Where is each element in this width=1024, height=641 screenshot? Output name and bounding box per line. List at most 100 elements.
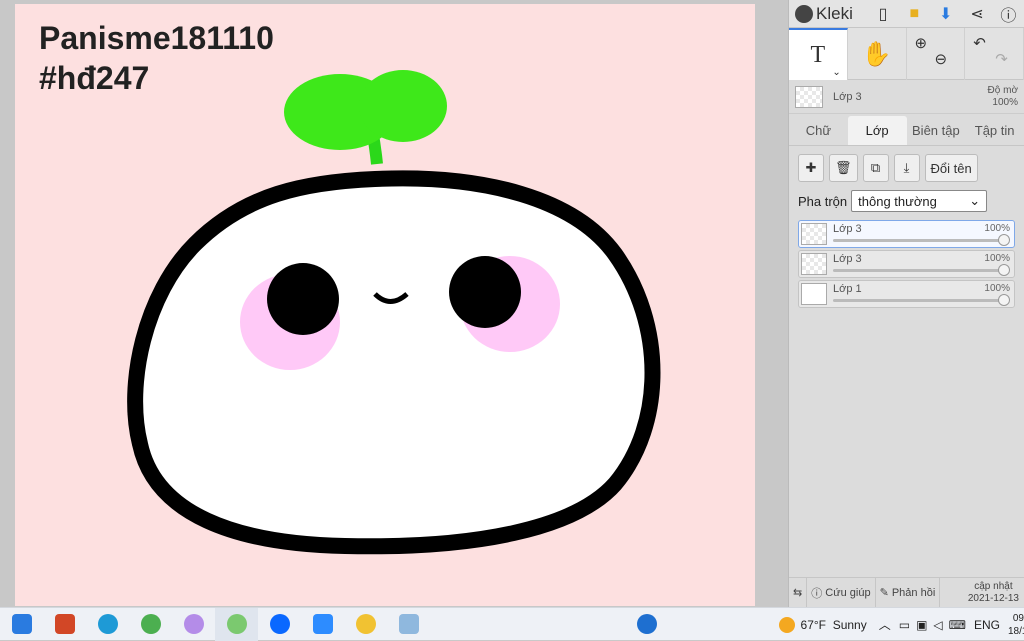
layer-name: Lớp 3 xyxy=(833,223,862,235)
layer-name: Lớp 1 xyxy=(833,283,862,295)
new-file-icon[interactable]: ▯ xyxy=(867,0,898,28)
network-icon[interactable]: ▭ xyxy=(899,618,910,632)
zoom-buttons[interactable]: ⊕ ⊖ xyxy=(907,28,966,80)
save-icon[interactable]: ■ xyxy=(899,0,930,28)
feedback-icon: ✎ xyxy=(879,587,889,599)
slider-knob[interactable] xyxy=(998,234,1010,246)
opacity-label: Độ mờ xyxy=(987,84,1018,96)
current-layer-info: Lớp 3 Độ mờ 100% xyxy=(789,80,1024,114)
taskbar-app-paint[interactable] xyxy=(344,608,387,641)
tab-edit[interactable]: Biên tập xyxy=(907,116,966,145)
zoom-out-icon[interactable]: ⊖ xyxy=(935,50,948,68)
taskbar-app-zoom[interactable] xyxy=(301,608,344,641)
tab-text[interactable]: Chữ xyxy=(789,116,848,145)
taskbar-app-help[interactable] xyxy=(625,608,668,641)
clock[interactable]: 09 18/12 xyxy=(1008,612,1024,638)
add-layer-button[interactable]: ✚ xyxy=(798,154,824,182)
taskbar-app-browser[interactable] xyxy=(215,607,258,641)
paint-icon xyxy=(355,614,376,634)
layer-opacity-slider[interactable] xyxy=(833,294,1010,306)
chevron-up-icon[interactable]: ︿ xyxy=(879,616,891,633)
tab-file[interactable]: Tập tin xyxy=(965,116,1024,145)
layer-opacity: 100% xyxy=(984,223,1010,234)
feedback-label: Phản hồi xyxy=(891,586,936,599)
tool-bar: T ⌄ ✋ ⊕ ⊖ ↶ ↷ xyxy=(789,28,1024,80)
update-label: cập nhật xyxy=(974,580,1013,592)
taskbar-app-edge[interactable] xyxy=(86,608,129,641)
feedback-button[interactable]: ✎ Phản hồi xyxy=(876,577,941,608)
taskbar-app-zalo[interactable] xyxy=(258,608,301,641)
taskbar-app-powerpoint[interactable] xyxy=(43,608,86,641)
drawing-canvas[interactable]: Panisme181110 #hđ247 xyxy=(15,4,755,606)
chevron-down-icon: ⌄ xyxy=(969,193,981,208)
duplicate-layer-button[interactable]: ⧉ xyxy=(862,154,889,182)
drawing-illustration xyxy=(127,70,661,555)
help-icon[interactable]: ⓘ xyxy=(993,0,1024,28)
layer-opacity-slider[interactable] xyxy=(833,264,1010,276)
blend-mode-value: thông thường xyxy=(858,193,937,209)
taskbar-app-flower[interactable] xyxy=(172,608,215,641)
layer-actions: ✚ 🗑 ⧉ ⤓ Đổi tên xyxy=(789,146,1024,182)
slider-knob[interactable] xyxy=(998,264,1010,276)
weather-temp[interactable]: 67°F xyxy=(801,618,826,632)
panel-footer: ⇆ ⓘ Cứu giúp ✎ Phản hồi cập nhật 2021-12-… xyxy=(789,577,1024,608)
start-button[interactable] xyxy=(0,608,43,641)
windows-icon xyxy=(11,614,32,634)
panel-tabs: Chữ Lớp Biên tập Tập tin xyxy=(789,114,1024,146)
current-layer-thumbnail xyxy=(795,85,823,108)
layer-list: Lớp 3 100% Lớp 3 100% Lớp 1 100% xyxy=(789,212,1024,308)
layer-thumbnail xyxy=(801,283,827,305)
redo-icon[interactable]: ↷ xyxy=(995,50,1008,68)
swap-side-icon[interactable]: ⇆ xyxy=(789,577,808,608)
rename-layer-button[interactable]: Đổi tên xyxy=(924,154,978,182)
blend-mode-select[interactable]: thông thường ⌄ xyxy=(851,190,988,212)
clock-time: 09 xyxy=(1012,612,1024,624)
app-logo[interactable]: Kleki xyxy=(789,4,867,24)
edge-icon xyxy=(97,614,118,634)
volume-icon[interactable]: ◁ xyxy=(933,618,942,632)
workspace: Panisme181110 #hđ247 xyxy=(0,0,788,607)
blend-mode-row: Pha trộn thông thường ⌄ xyxy=(789,182,1024,212)
layer-thumbnail xyxy=(801,253,827,275)
system-tray: 67°F Sunny ︿ ▭ ▣ ◁ ⌨ ENG 09 18/12 xyxy=(778,608,1024,641)
help-app-icon xyxy=(636,614,657,634)
taskbar-app-viewer[interactable] xyxy=(387,608,430,641)
hand-tool-button[interactable]: ✋ xyxy=(848,28,907,80)
layer-item[interactable]: Lớp 3 100% xyxy=(798,250,1015,278)
language-indicator[interactable]: ENG xyxy=(974,618,1000,632)
zoom-icon xyxy=(312,614,333,634)
current-layer-name: Lớp 3 xyxy=(833,90,862,103)
layer-item[interactable]: Lớp 1 100% xyxy=(798,280,1015,308)
app-name: Kleki xyxy=(816,3,853,23)
image-viewer-icon xyxy=(398,614,419,634)
left-eye xyxy=(267,263,339,335)
layer-item[interactable]: Lớp 3 100% xyxy=(798,220,1015,248)
layer-opacity-slider[interactable] xyxy=(833,234,1010,246)
layer-thumbnail xyxy=(801,223,827,245)
layer-name: Lớp 3 xyxy=(833,253,862,265)
update-date: 2021-12-13 xyxy=(967,592,1019,604)
kleki-logo-icon xyxy=(795,4,813,23)
undo-redo-buttons[interactable]: ↶ ↷ xyxy=(965,28,1024,80)
delete-layer-button[interactable]: 🗑 xyxy=(829,154,858,182)
blend-label: Pha trộn xyxy=(798,193,848,209)
side-panel: Kleki ▯ ■ ⬇ ⋖ ⓘ T ⌄ ✋ ⊕ ⊖ ↶ ↷ Lớp 3 Độ mờ 10… xyxy=(788,0,1024,608)
battery-icon[interactable]: ▣ xyxy=(916,618,927,632)
share-icon[interactable]: ⋖ xyxy=(961,0,992,28)
download-icon[interactable]: ⬇ xyxy=(930,0,961,28)
taskbar-app-chrome[interactable] xyxy=(129,608,172,641)
keyboard-icon[interactable]: ⌨ xyxy=(949,618,966,632)
text-tool-button[interactable]: T ⌄ xyxy=(789,28,848,80)
weather-text[interactable]: Sunny xyxy=(833,618,867,632)
zoom-in-icon[interactable]: ⊕ xyxy=(915,34,928,52)
version-info[interactable]: cập nhật 2021-12-13 xyxy=(968,581,1024,605)
undo-icon[interactable]: ↶ xyxy=(973,34,986,52)
help-label: Cứu giúp xyxy=(825,586,871,599)
merge-layer-button[interactable]: ⤓ xyxy=(893,154,920,182)
slider-knob[interactable] xyxy=(998,294,1010,306)
sun-icon[interactable] xyxy=(778,616,795,633)
tab-layers[interactable]: Lớp xyxy=(847,116,907,145)
powerpoint-icon xyxy=(54,614,75,634)
help-button[interactable]: ⓘ Cứu giúp xyxy=(807,577,876,608)
chrome-icon xyxy=(140,614,161,634)
